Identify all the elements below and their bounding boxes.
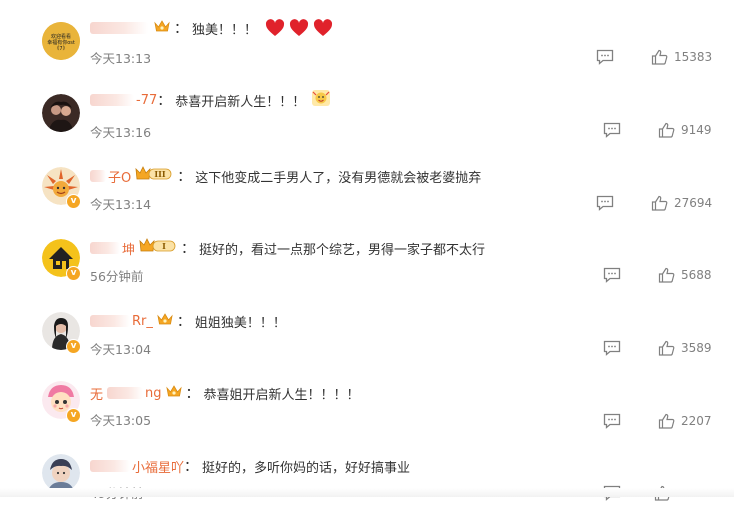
username-blurred[interactable]: [90, 170, 106, 182]
comment-item: 欢迎看看 幸福有你ost 《7》 ： 独美！！！ 今天13:13 15383: [0, 12, 734, 84]
comment-item: v 子O III ： 这下他变成二手男人了，没有男德就会被老婆抛弃 今天13:1…: [0, 157, 734, 229]
username[interactable]: ng: [145, 386, 162, 401]
comment-time: 今天13:14: [90, 197, 152, 212]
avatar[interactable]: [42, 94, 80, 132]
comment-text: 姐姐独美！！！: [194, 315, 286, 331]
svg-text:幸福有你ost: 幸福有你ost: [47, 39, 75, 46]
username[interactable]: 子O: [108, 167, 131, 186]
like-count: 2207: [681, 414, 712, 428]
comment-time: 今天13:16: [90, 125, 152, 140]
like-button[interactable]: 2207: [658, 413, 712, 429]
comment-text: 恭喜开启新人生！！！: [175, 94, 306, 110]
svg-text:欢迎看看: 欢迎看看: [51, 33, 71, 40]
comment-text: 挺好的，多听你妈的话，好好搞事业: [202, 460, 411, 476]
vip-level-badge-icon: III: [135, 166, 173, 186]
like-count: 5688: [681, 268, 712, 282]
comment-icon[interactable]: [603, 340, 621, 356]
comment-item: v 坤 I ： 挺好的，看过一点那个综艺，男得一家子都不太行 56分钟前 568…: [0, 229, 734, 301]
comment-time: 今天13:04: [90, 342, 152, 357]
like-count: 27694: [674, 196, 713, 210]
comment-time: 今天13:05: [90, 413, 152, 428]
username[interactable]: 小福星吖: [132, 457, 184, 476]
avatar[interactable]: 欢迎看看 幸福有你ost 《7》: [42, 22, 80, 60]
like-button[interactable]: 15383: [651, 49, 712, 65]
vip-level: I: [162, 241, 166, 251]
comment-icon[interactable]: [596, 49, 614, 65]
comment-item: 小福星吖 ： 挺好的，多听你妈的话，好好搞事业 49分钟前 1782: [0, 446, 734, 518]
verified-icon: v: [66, 194, 81, 209]
comment-time: 今天13:13: [90, 51, 152, 66]
username-blurred[interactable]: [90, 22, 148, 34]
username-blurred[interactable]: [90, 315, 130, 327]
comment-icon[interactable]: [603, 122, 621, 138]
vip-crown-icon: [165, 384, 182, 402]
thumbs-up-icon: [651, 195, 668, 211]
comment-item: v 无 ng ： 恭喜姐开启新人生！！！！ 今天13:05 2207: [0, 371, 734, 443]
verified-icon: v: [66, 339, 81, 354]
comment-text: 挺好的，看过一点那个综艺，男得一家子都不太行: [199, 242, 486, 258]
username[interactable]: -77: [136, 93, 157, 108]
username-prefix[interactable]: 无: [90, 384, 103, 403]
vip-crown-icon: [154, 19, 170, 37]
comment-text: 恭喜姐开启新人生！！！！: [203, 387, 360, 403]
comment-item: -77 ： 恭喜开启新人生！！！ 今天13:16 9149: [0, 84, 734, 156]
like-button[interactable]: 27694: [651, 195, 712, 211]
vip-level-badge-icon: I: [139, 238, 177, 258]
username-blurred[interactable]: [90, 460, 130, 472]
thumbs-up-icon: [651, 49, 668, 65]
comment-item: v Rr_ ： 姐姐独美！！！ 今天13:04 3589: [0, 302, 734, 374]
thumbs-up-icon: [658, 413, 675, 429]
comment-icon[interactable]: [596, 195, 614, 211]
username-blurred[interactable]: [90, 242, 120, 254]
comment-text: 这下他变成二手男人了，没有男德就会被老婆抛弃: [195, 170, 482, 186]
thumbs-up-icon: [658, 340, 675, 356]
username-blurred[interactable]: [107, 387, 144, 399]
vip-level: III: [155, 169, 166, 179]
avatar[interactable]: [42, 454, 80, 492]
comment-text: 独美！！！: [192, 22, 258, 38]
celebrate-emoji-icon: [311, 89, 331, 111]
heart-icon: [265, 19, 333, 37]
thumbs-up-icon: [658, 122, 675, 138]
like-count: 3589: [681, 341, 712, 355]
thumbs-up-icon: [658, 267, 675, 283]
comment-icon[interactable]: [603, 413, 621, 429]
verified-icon: v: [66, 408, 81, 423]
like-button[interactable]: 3589: [658, 340, 712, 356]
vip-crown-icon: [157, 312, 173, 330]
username-blurred[interactable]: [90, 94, 134, 106]
comment-time: 56分钟前: [90, 269, 144, 284]
svg-text:《7》: 《7》: [54, 46, 67, 52]
like-button[interactable]: 9149: [658, 122, 712, 138]
like-button[interactable]: 5688: [658, 267, 712, 283]
verified-icon: v: [66, 266, 81, 281]
username[interactable]: Rr_: [132, 314, 153, 329]
like-count: 9149: [681, 123, 712, 137]
like-count: 15383: [674, 50, 713, 64]
comment-icon[interactable]: [603, 267, 621, 283]
username[interactable]: 坤: [122, 239, 135, 258]
scroll-edge: [0, 488, 734, 497]
